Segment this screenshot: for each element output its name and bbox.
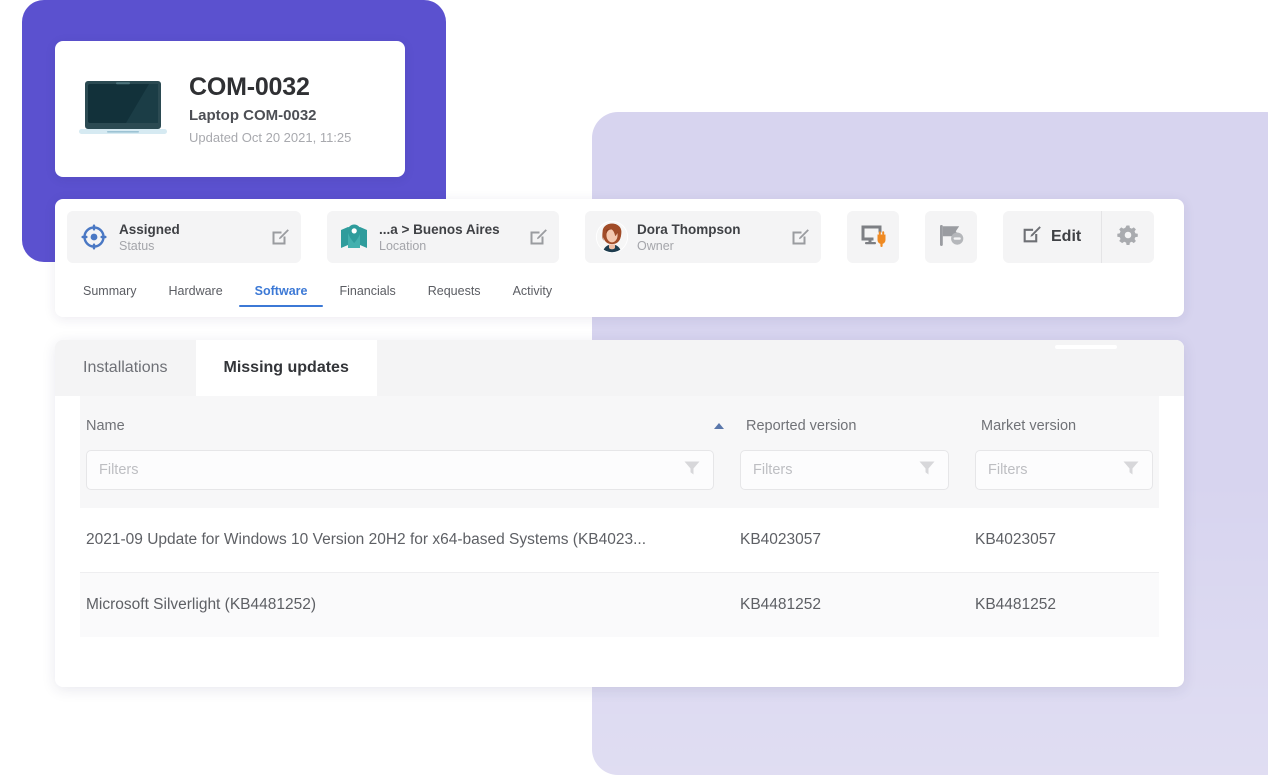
filter-cell-reported-version: Filters	[740, 450, 975, 490]
market-version-filter-placeholder: Filters	[988, 462, 1122, 478]
tab-activity-label: Activity	[513, 284, 553, 298]
chip-status[interactable]: Assigned Status	[67, 211, 301, 263]
asset-nav-tabs: Summary Hardware Software Financials Req…	[55, 273, 1184, 307]
filter-cell-market-version: Filters	[975, 450, 1159, 490]
table-row[interactable]: Microsoft Silverlight (KB4481252) KB4481…	[80, 572, 1159, 637]
filter-cell-name: Filters	[80, 450, 740, 490]
sort-ascending-caret-icon[interactable]	[714, 423, 724, 429]
chip-location-body: ...a > Buenos Aires Location	[379, 222, 527, 253]
asset-name: Laptop COM-0032	[189, 107, 351, 124]
asset-attribute-chip-row: Assigned Status	[55, 199, 1184, 263]
chip-location-label: Location	[379, 239, 527, 253]
tab-summary[interactable]: Summary	[67, 284, 152, 307]
column-header-market-version-label: Market version	[981, 418, 1076, 434]
edit-button-label: Edit	[1051, 228, 1081, 246]
cell-market-version: KB4023057	[975, 531, 1159, 549]
subtab-installations-label: Installations	[83, 359, 168, 377]
missing-updates-table: Name Reported version Market version Fil…	[55, 396, 1184, 637]
tab-summary-label: Summary	[83, 284, 136, 298]
column-header-reported-version[interactable]: Reported version	[746, 396, 981, 450]
name-filter-input[interactable]: Filters	[86, 450, 714, 490]
edit-button-group: Edit	[1003, 211, 1154, 263]
reported-version-filter-input[interactable]: Filters	[740, 450, 949, 490]
asset-detail-card: Assigned Status	[55, 199, 1184, 317]
software-sub-tabs: Installations Missing updates	[55, 340, 1184, 396]
monitor-power-icon	[859, 221, 887, 254]
tab-hardware[interactable]: Hardware	[152, 284, 238, 307]
edit-pencil-icon	[1021, 224, 1042, 250]
column-header-market-version[interactable]: Market version	[981, 396, 1159, 450]
chip-status-value: Assigned	[119, 222, 269, 237]
tab-hardware-label: Hardware	[168, 284, 222, 298]
reported-version-filter-placeholder: Filters	[753, 462, 918, 478]
chip-location[interactable]: ...a > Buenos Aires Location	[327, 211, 559, 263]
table-filter-row: Filters Filters	[80, 450, 1159, 508]
card-notch	[1055, 345, 1117, 349]
chip-status-edit-icon[interactable]	[269, 227, 291, 247]
asset-hero-text: COM-0032 Laptop COM-0032 Updated Oct 20 …	[189, 73, 351, 146]
chip-location-value: ...a > Buenos Aires	[379, 222, 527, 237]
chip-owner-value: Dora Thompson	[637, 222, 789, 237]
subtab-missing-updates[interactable]: Missing updates	[196, 340, 377, 396]
settings-button[interactable]	[1102, 211, 1154, 263]
avatar	[595, 218, 629, 256]
tab-financials-label: Financials	[339, 284, 395, 298]
crosshair-target-icon	[77, 224, 111, 250]
cell-name: Microsoft Silverlight (KB4481252)	[80, 596, 740, 614]
filter-funnel-icon[interactable]	[1122, 459, 1140, 482]
tab-activity[interactable]: Activity	[497, 284, 569, 307]
chip-location-edit-icon[interactable]	[527, 227, 549, 247]
edit-button[interactable]: Edit	[1003, 211, 1101, 263]
chip-owner-label: Owner	[637, 239, 789, 253]
map-pin-icon	[337, 223, 371, 251]
cell-market-version: KB4481252	[975, 596, 1159, 614]
gear-icon	[1117, 224, 1139, 251]
market-version-filter-input[interactable]: Filters	[975, 450, 1153, 490]
flag-disabled-icon	[937, 222, 965, 253]
cell-name: 2021-09 Update for Windows 10 Version 20…	[80, 531, 740, 549]
chip-owner-body: Dora Thompson Owner	[637, 222, 789, 253]
table-header: Name Reported version Market version Fil…	[80, 396, 1159, 508]
table-header-row: Name Reported version Market version	[80, 396, 1159, 450]
chip-owner[interactable]: Dora Thompson Owner	[585, 211, 821, 263]
chip-status-body: Assigned Status	[119, 222, 269, 253]
column-header-name-label: Name	[86, 418, 125, 434]
column-header-name[interactable]: Name	[80, 396, 746, 450]
tab-software-label: Software	[255, 284, 308, 298]
asset-id: COM-0032	[189, 73, 351, 102]
chip-owner-edit-icon[interactable]	[789, 227, 811, 247]
asset-updated-timestamp: Updated Oct 20 2021, 11:25	[189, 130, 351, 145]
filter-funnel-icon[interactable]	[918, 459, 936, 482]
laptop-illustration-icon	[67, 77, 179, 141]
tab-requests-label: Requests	[428, 284, 481, 298]
column-header-reported-version-label: Reported version	[746, 418, 856, 434]
chip-status-label: Status	[119, 239, 269, 253]
name-filter-placeholder: Filters	[99, 462, 683, 478]
flag-disable-button[interactable]	[925, 211, 977, 263]
tab-software[interactable]: Software	[239, 284, 324, 307]
cell-reported-version: KB4023057	[740, 531, 975, 549]
monitor-power-button[interactable]	[847, 211, 899, 263]
subtab-installations[interactable]: Installations	[55, 340, 196, 396]
software-table-card: Installations Missing updates Name Repor…	[55, 340, 1184, 687]
tab-financials[interactable]: Financials	[323, 284, 411, 307]
filter-funnel-icon[interactable]	[683, 459, 701, 482]
asset-hero-card: COM-0032 Laptop COM-0032 Updated Oct 20 …	[55, 41, 405, 177]
cell-reported-version: KB4481252	[740, 596, 975, 614]
subtab-missing-updates-label: Missing updates	[224, 359, 349, 377]
tab-requests[interactable]: Requests	[412, 284, 497, 307]
table-row[interactable]: 2021-09 Update for Windows 10 Version 20…	[80, 508, 1159, 572]
table-body: 2021-09 Update for Windows 10 Version 20…	[80, 508, 1159, 637]
